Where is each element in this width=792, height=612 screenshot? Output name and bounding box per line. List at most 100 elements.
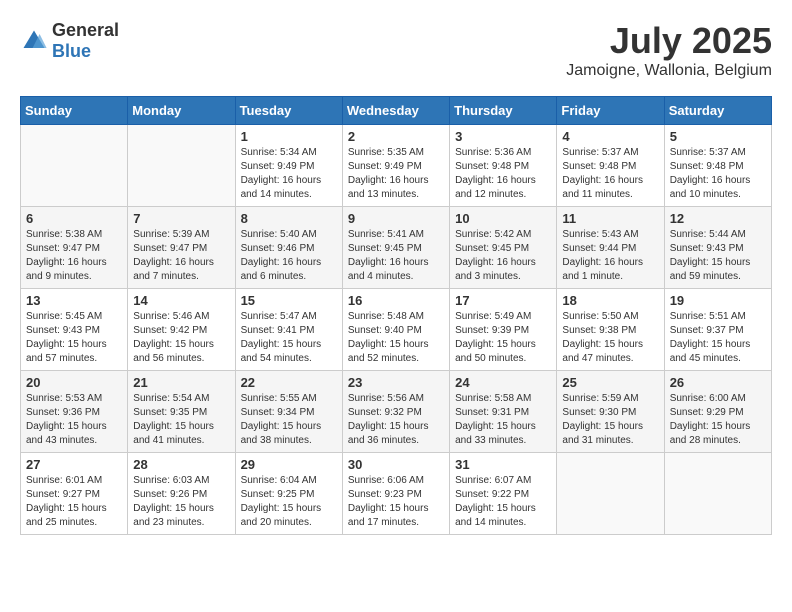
day-info: Sunrise: 5:42 AM Sunset: 9:45 PM Dayligh… [455, 228, 551, 284]
day-info: Sunrise: 5:59 AM Sunset: 9:30 PM Dayligh… [562, 392, 658, 448]
weekday-header-monday: Monday [128, 97, 235, 125]
calendar-table: SundayMondayTuesdayWednesdayThursdayFrid… [20, 96, 772, 535]
day-info: Sunrise: 6:01 AM Sunset: 9:27 PM Dayligh… [26, 474, 122, 530]
calendar-cell: 13 Sunrise: 5:45 AM Sunset: 9:43 PM Dayli… [21, 289, 128, 371]
calendar-cell: 3 Sunrise: 5:36 AM Sunset: 9:48 PM Daylig… [450, 125, 557, 207]
day-info: Sunrise: 6:00 AM Sunset: 9:29 PM Dayligh… [670, 392, 766, 448]
day-number: 31 [455, 457, 551, 472]
day-info: Sunrise: 5:58 AM Sunset: 9:31 PM Dayligh… [455, 392, 551, 448]
calendar-cell [128, 125, 235, 207]
day-info: Sunrise: 5:47 AM Sunset: 9:41 PM Dayligh… [241, 310, 337, 366]
day-number: 14 [133, 293, 229, 308]
day-number: 15 [241, 293, 337, 308]
day-info: Sunrise: 6:04 AM Sunset: 9:25 PM Dayligh… [241, 474, 337, 530]
day-info: Sunrise: 5:37 AM Sunset: 9:48 PM Dayligh… [562, 146, 658, 202]
calendar-cell: 25 Sunrise: 5:59 AM Sunset: 9:30 PM Dayli… [557, 371, 664, 453]
calendar-week-4: 20 Sunrise: 5:53 AM Sunset: 9:36 PM Dayli… [21, 371, 772, 453]
day-number: 7 [133, 211, 229, 226]
calendar-cell: 26 Sunrise: 6:00 AM Sunset: 9:29 PM Dayli… [664, 371, 771, 453]
day-info: Sunrise: 5:56 AM Sunset: 9:32 PM Dayligh… [348, 392, 444, 448]
day-number: 8 [241, 211, 337, 226]
day-info: Sunrise: 5:43 AM Sunset: 9:44 PM Dayligh… [562, 228, 658, 284]
day-number: 3 [455, 129, 551, 144]
day-number: 28 [133, 457, 229, 472]
logo-general: General [52, 20, 119, 40]
calendar-cell: 4 Sunrise: 5:37 AM Sunset: 9:48 PM Daylig… [557, 125, 664, 207]
day-number: 29 [241, 457, 337, 472]
weekday-header-thursday: Thursday [450, 97, 557, 125]
calendar-cell: 19 Sunrise: 5:51 AM Sunset: 9:37 PM Dayli… [664, 289, 771, 371]
calendar-cell: 2 Sunrise: 5:35 AM Sunset: 9:49 PM Daylig… [342, 125, 449, 207]
day-info: Sunrise: 5:50 AM Sunset: 9:38 PM Dayligh… [562, 310, 658, 366]
calendar-cell: 29 Sunrise: 6:04 AM Sunset: 9:25 PM Dayli… [235, 453, 342, 535]
day-info: Sunrise: 5:49 AM Sunset: 9:39 PM Dayligh… [455, 310, 551, 366]
calendar-cell: 31 Sunrise: 6:07 AM Sunset: 9:22 PM Dayli… [450, 453, 557, 535]
calendar-week-5: 27 Sunrise: 6:01 AM Sunset: 9:27 PM Dayli… [21, 453, 772, 535]
day-number: 12 [670, 211, 766, 226]
calendar-week-3: 13 Sunrise: 5:45 AM Sunset: 9:43 PM Dayli… [21, 289, 772, 371]
calendar-cell: 9Sunrise: 5:41 AM Sunset: 9:45 PM Daylig… [342, 207, 449, 289]
location-title: Jamoigne, Wallonia, Belgium [566, 62, 772, 80]
day-number: 18 [562, 293, 658, 308]
day-number: 6 [26, 211, 122, 226]
calendar-cell: 15 Sunrise: 5:47 AM Sunset: 9:41 PM Dayli… [235, 289, 342, 371]
calendar-week-1: 1 Sunrise: 5:34 AM Sunset: 9:49 PM Daylig… [21, 125, 772, 207]
calendar-cell: 17Sunrise: 5:49 AM Sunset: 9:39 PM Dayli… [450, 289, 557, 371]
month-title: July 2025 [566, 20, 772, 62]
calendar-cell [664, 453, 771, 535]
day-number: 4 [562, 129, 658, 144]
calendar-cell: 28 Sunrise: 6:03 AM Sunset: 9:26 PM Dayli… [128, 453, 235, 535]
day-number: 25 [562, 375, 658, 390]
day-info: Sunrise: 5:53 AM Sunset: 9:36 PM Dayligh… [26, 392, 122, 448]
logo: General Blue [20, 20, 119, 62]
calendar-cell: 18 Sunrise: 5:50 AM Sunset: 9:38 PM Dayli… [557, 289, 664, 371]
day-number: 5 [670, 129, 766, 144]
day-info: Sunrise: 5:44 AM Sunset: 9:43 PM Dayligh… [670, 228, 766, 284]
day-number: 16 [348, 293, 444, 308]
day-info: Sunrise: 6:07 AM Sunset: 9:22 PM Dayligh… [455, 474, 551, 530]
day-number: 2 [348, 129, 444, 144]
weekday-header-tuesday: Tuesday [235, 97, 342, 125]
day-info: Sunrise: 5:48 AM Sunset: 9:40 PM Dayligh… [348, 310, 444, 366]
calendar-cell: 22Sunrise: 5:55 AM Sunset: 9:34 PM Dayli… [235, 371, 342, 453]
day-number: 19 [670, 293, 766, 308]
calendar-cell: 27 Sunrise: 6:01 AM Sunset: 9:27 PM Dayli… [21, 453, 128, 535]
calendar-cell: 20 Sunrise: 5:53 AM Sunset: 9:36 PM Dayli… [21, 371, 128, 453]
logo-icon [20, 27, 48, 55]
calendar-cell: 10 Sunrise: 5:42 AM Sunset: 9:45 PM Dayli… [450, 207, 557, 289]
weekday-header-row: SundayMondayTuesdayWednesdayThursdayFrid… [21, 97, 772, 125]
day-number: 21 [133, 375, 229, 390]
weekday-header-saturday: Saturday [664, 97, 771, 125]
weekday-header-sunday: Sunday [21, 97, 128, 125]
title-area: July 2025 Jamoigne, Wallonia, Belgium [566, 20, 772, 80]
day-info: Sunrise: 5:46 AM Sunset: 9:42 PM Dayligh… [133, 310, 229, 366]
day-number: 13 [26, 293, 122, 308]
day-info: Sunrise: 5:35 AM Sunset: 9:49 PM Dayligh… [348, 146, 444, 202]
calendar-cell: 8Sunrise: 5:40 AM Sunset: 9:46 PM Daylig… [235, 207, 342, 289]
day-number: 10 [455, 211, 551, 226]
day-number: 22 [241, 375, 337, 390]
day-info: Sunrise: 5:41 AM Sunset: 9:45 PM Dayligh… [348, 228, 444, 284]
day-number: 1 [241, 129, 337, 144]
day-info: Sunrise: 5:37 AM Sunset: 9:48 PM Dayligh… [670, 146, 766, 202]
calendar-cell: 7Sunrise: 5:39 AM Sunset: 9:47 PM Daylig… [128, 207, 235, 289]
calendar-cell: 24Sunrise: 5:58 AM Sunset: 9:31 PM Dayli… [450, 371, 557, 453]
logo-blue: Blue [52, 41, 91, 61]
day-info: Sunrise: 5:45 AM Sunset: 9:43 PM Dayligh… [26, 310, 122, 366]
day-number: 27 [26, 457, 122, 472]
calendar-cell: 21Sunrise: 5:54 AM Sunset: 9:35 PM Dayli… [128, 371, 235, 453]
calendar-cell: 12 Sunrise: 5:44 AM Sunset: 9:43 PM Dayli… [664, 207, 771, 289]
calendar-cell: 16 Sunrise: 5:48 AM Sunset: 9:40 PM Dayli… [342, 289, 449, 371]
day-number: 26 [670, 375, 766, 390]
day-info: Sunrise: 6:06 AM Sunset: 9:23 PM Dayligh… [348, 474, 444, 530]
day-info: Sunrise: 6:03 AM Sunset: 9:26 PM Dayligh… [133, 474, 229, 530]
calendar-cell: 30 Sunrise: 6:06 AM Sunset: 9:23 PM Dayli… [342, 453, 449, 535]
day-number: 20 [26, 375, 122, 390]
day-info: Sunrise: 5:38 AM Sunset: 9:47 PM Dayligh… [26, 228, 122, 284]
day-info: Sunrise: 5:34 AM Sunset: 9:49 PM Dayligh… [241, 146, 337, 202]
weekday-header-wednesday: Wednesday [342, 97, 449, 125]
day-info: Sunrise: 5:36 AM Sunset: 9:48 PM Dayligh… [455, 146, 551, 202]
day-number: 30 [348, 457, 444, 472]
day-number: 11 [562, 211, 658, 226]
day-info: Sunrise: 5:51 AM Sunset: 9:37 PM Dayligh… [670, 310, 766, 366]
